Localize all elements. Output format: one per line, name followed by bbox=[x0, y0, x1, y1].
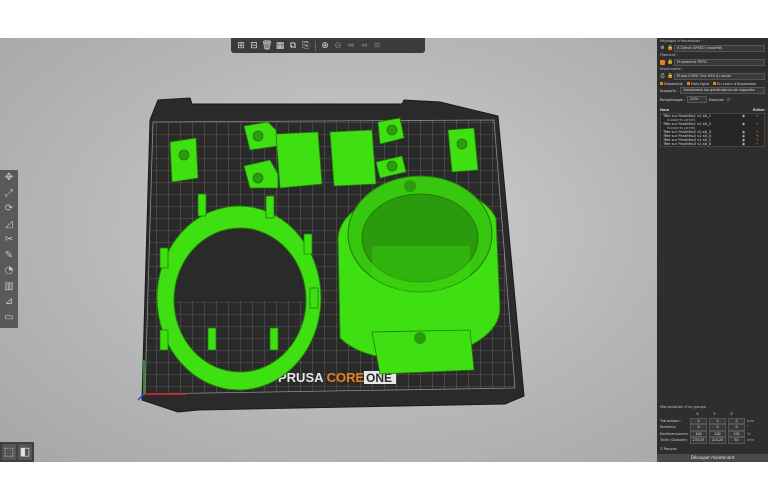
filament-label: Filament : bbox=[660, 53, 678, 57]
small-part-plate-2 bbox=[329, 129, 377, 187]
small-part-plate-1 bbox=[275, 131, 323, 189]
place-on-face-icon[interactable]: ◿ bbox=[0, 217, 18, 233]
split-parts-icon[interactable]: ⇸ bbox=[358, 40, 370, 52]
infill-combo[interactable]: 20% bbox=[687, 96, 708, 103]
cut-icon[interactable]: ✂ bbox=[0, 232, 18, 248]
add-icon[interactable]: ⊞ bbox=[235, 40, 247, 52]
emboss-icon[interactable]: ▭ bbox=[0, 310, 18, 326]
edit-icon: ✎ bbox=[756, 142, 760, 146]
3d-view-icon[interactable]: ⬚ bbox=[2, 444, 16, 460]
small-part-right bbox=[447, 127, 479, 173]
3d-viewport[interactable]: PRUSA CORE ONE ⊞ ⊟ 🗑 ▦ ⧉ ⎘ ⊕ ⊖ ⇹ ⇸ ≡ ✥ ⤢… bbox=[0, 38, 657, 462]
offline-check[interactable]: Hors ligne bbox=[686, 82, 709, 86]
layers-editing-icon[interactable]: ≡ bbox=[371, 40, 383, 52]
paste-icon[interactable]: ⎘ bbox=[300, 40, 312, 52]
paint-supports-icon[interactable]: ✎ bbox=[0, 248, 18, 264]
object-list: Tête sur Parallélo1 v2.stl_1 ◉ ✎ Supports … bbox=[660, 113, 765, 147]
supports-label: Supports : bbox=[660, 88, 679, 93]
lock-icon: 🔒 bbox=[667, 73, 674, 79]
lock-icon: 🔒 bbox=[667, 59, 674, 65]
preview-icon[interactable]: ◧ bbox=[18, 444, 32, 460]
delete-icon[interactable]: ⊟ bbox=[248, 40, 260, 52]
scale-icon[interactable]: ⤢ bbox=[0, 186, 18, 202]
brim-label: Bordure: bbox=[709, 97, 725, 102]
split-objects-icon[interactable]: ⇹ bbox=[345, 40, 357, 52]
printing-check[interactable]: En cours d'impression bbox=[713, 82, 757, 86]
print-settings-combo[interactable]: 0.20mm SPEED (modifié) bbox=[674, 45, 765, 52]
right-sidebar: Réglages d'impression : ⚙ 🔒 0.20mm SPEED… bbox=[657, 38, 768, 462]
list-item[interactable]: Tête sur Parallélo3 v2.stl_6 ◉ ✎ bbox=[661, 142, 764, 146]
printer-icon[interactable]: ⎙ bbox=[660, 74, 665, 79]
add-instance-icon[interactable]: ⊕ bbox=[319, 40, 331, 52]
supports-combo[interactable]: Seulement les générateurs de supports bbox=[680, 87, 765, 94]
inches-check[interactable]: Pouces bbox=[660, 447, 677, 451]
size-y[interactable]: 214.25 bbox=[709, 437, 726, 444]
translation-label: Translation: bbox=[660, 418, 681, 423]
settings-icon[interactable]: ⚙ bbox=[660, 46, 665, 51]
available-check[interactable]: Disponible bbox=[660, 82, 683, 86]
infill-label: Remplissage : bbox=[660, 97, 686, 102]
rotate-icon[interactable]: ⟳ bbox=[0, 201, 18, 217]
scale-label: Redimensionner: bbox=[660, 431, 688, 436]
size-z[interactable]: 50 bbox=[728, 437, 745, 444]
measure-icon[interactable]: ⊿ bbox=[0, 294, 18, 310]
brim-check[interactable] bbox=[726, 98, 730, 101]
size-label: Taille (Globale): bbox=[660, 438, 688, 443]
top-toolbar: ⊞ ⊟ 🗑 ▦ ⧉ ⎘ ⊕ ⊖ ⇹ ⇸ ≡ bbox=[231, 38, 425, 53]
print-settings-label: Réglages d'impression : bbox=[660, 39, 703, 43]
lock-icon: 🔒 bbox=[667, 45, 674, 51]
filament-color-swatch[interactable] bbox=[660, 60, 665, 65]
remove-instance-icon[interactable]: ⊖ bbox=[332, 40, 344, 52]
printer-brand-text: PRUSA CORE bbox=[278, 370, 365, 385]
printer-label: Imprimante : bbox=[660, 67, 684, 71]
delete-all-icon[interactable]: 🗑 bbox=[261, 40, 273, 52]
prusaslicer-window: PRUSA CORE ONE ⊞ ⊟ 🗑 ▦ ⧉ ⎘ ⊕ ⊖ ⇹ ⇸ ≡ ✥ ⤢… bbox=[0, 38, 768, 462]
slice-now-button[interactable]: Découper maintenant bbox=[657, 454, 768, 462]
move-icon[interactable]: ✥ bbox=[0, 170, 18, 186]
left-gizmo-toolbar: ✥ ⤢ ⟳ ◿ ✂ ✎ ◔ ▥ ⊿ ▭ bbox=[0, 170, 18, 328]
copy-icon[interactable]: ⧉ bbox=[287, 40, 299, 52]
printer-combo[interactable]: Prusa CORE One HF0.4 nozzle bbox=[674, 73, 765, 80]
toolbar-separator bbox=[315, 40, 316, 51]
rotation-label: Rotation: bbox=[660, 425, 677, 430]
view-switcher: ⬚ ◧ bbox=[0, 442, 34, 462]
small-part-left bbox=[169, 137, 199, 183]
manipulation-title: Manipulation d'un groupe bbox=[660, 405, 706, 409]
arrange-icon[interactable]: ▦ bbox=[274, 40, 286, 52]
build-plate-scene: PRUSA CORE ONE bbox=[137, 97, 525, 413]
fdm-supports-icon[interactable]: ▥ bbox=[0, 279, 18, 295]
seam-icon[interactable]: ◔ bbox=[0, 263, 18, 279]
filament-combo[interactable]: Prusament PETG bbox=[674, 59, 765, 66]
visibility-icon: ◉ bbox=[742, 142, 746, 146]
size-x[interactable]: 233.53 bbox=[690, 437, 707, 444]
object-manipulation: Manipulation d'un groupe X Y Z Translati… bbox=[657, 404, 768, 452]
